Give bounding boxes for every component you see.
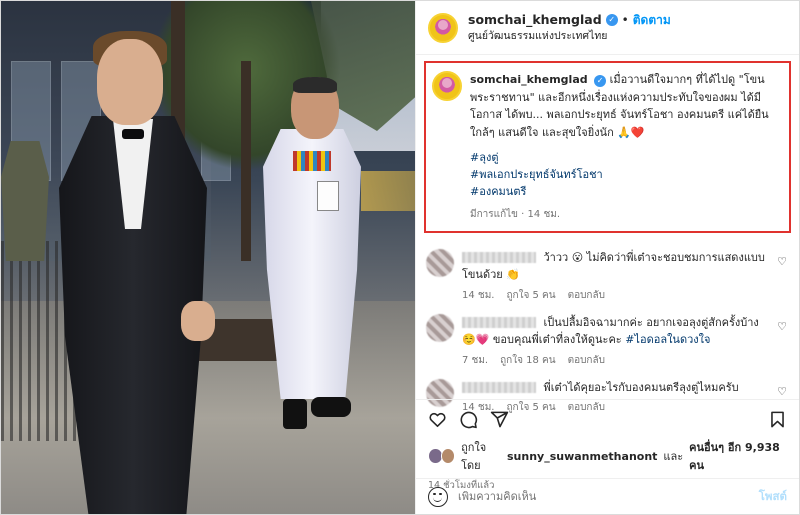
hashtag-link[interactable]: #ไอดอลในดวงใจ (625, 333, 710, 346)
caption: somchai_khemglad ✓ เมื่อวานดีใจมากๆ ที่ไ… (470, 71, 781, 223)
commenter-avatar[interactable] (426, 248, 454, 277)
background-crowd (361, 171, 415, 211)
comment-likes[interactable]: ถูกใจ 18 คน (500, 353, 555, 369)
other-likers-link[interactable]: คนอื่นๆ อีก 9,938 คน (689, 438, 787, 474)
bookmark-icon[interactable] (768, 410, 787, 429)
like-comment-heart-icon[interactable]: ♡ (777, 385, 787, 398)
comment: เป็นปลื้มอิจฉามากค่ะ อยากเจอลุงตู่สักครั… (426, 313, 787, 369)
username-link[interactable]: somchai_khemglad (468, 12, 602, 29)
bow-tie (122, 129, 144, 139)
emoji-icon[interactable] (428, 486, 448, 507)
likes-middle: และ (663, 450, 684, 463)
background-person (1, 141, 49, 261)
comment-input[interactable] (458, 490, 749, 503)
blurred-username[interactable] (462, 252, 536, 264)
caption-meta: มีการแก้ไข · 14 ชม. (470, 208, 560, 220)
caption-highlight: somchai_khemglad ✓ เมื่อวานดีใจมากๆ ที่ไ… (424, 61, 791, 233)
verified-badge-icon: ✓ (594, 75, 607, 88)
comment-time: 14 ชม. (462, 289, 495, 301)
like-comment-heart-icon[interactable]: ♡ (777, 255, 787, 268)
comment-likes[interactable]: ถูกใจ 5 คน (506, 288, 555, 304)
reply-button[interactable]: ตอบกลับ (568, 353, 605, 369)
caption-username[interactable]: somchai_khemglad (470, 73, 588, 86)
post-photo[interactable] (1, 1, 415, 514)
comment-list: ว้าวว 😮 ไม่คิดว่าพี่เต๋าจะชอบชมการแสดงแบ… (416, 237, 799, 417)
blurred-username[interactable] (462, 382, 536, 394)
name-badge (317, 181, 339, 211)
medal-ribbons (293, 151, 331, 171)
face (97, 39, 163, 125)
likes-prefix: ถูกใจโดย (461, 441, 487, 472)
like-comment-heart-icon[interactable]: ♡ (777, 320, 787, 333)
hands (181, 301, 215, 341)
separator: • (621, 13, 629, 28)
reply-button[interactable]: ตอบกลับ (568, 288, 605, 304)
avatar[interactable] (432, 71, 462, 101)
shoe (283, 399, 307, 429)
comment-icon[interactable] (459, 410, 478, 429)
tree-trunk (241, 61, 251, 261)
hashtag-link[interactable]: #พลเอกประยุทธ์จันทร์โอชา (470, 166, 781, 183)
heart-icon[interactable] (428, 410, 447, 429)
avatar[interactable] (428, 12, 458, 43)
follow-button[interactable]: ติดตาม (633, 12, 671, 28)
header-text: somchai_khemglad ✓ • ติดตาม ศูนย์วัฒนธรร… (468, 12, 671, 43)
verified-badge-icon: ✓ (605, 14, 618, 27)
location-link[interactable]: ศูนย์วัฒนธรรมแห่งประเทศไทย (468, 29, 671, 43)
comment: ว้าวว 😮 ไม่คิดว่าพี่เต๋าจะชอบชมการแสดงแบ… (426, 248, 787, 304)
instagram-post-view: somchai_khemglad ✓ • ติดตาม ศูนย์วัฒนธรร… (0, 0, 800, 515)
post-comment-button[interactable]: โพสต์ (759, 488, 787, 506)
hashtag-list: #ลุงตู่ #พลเอกประยุทธ์จันทร์โอชา #องคมนต… (470, 149, 781, 200)
comment-time: 7 ชม. (462, 354, 489, 366)
liker-username-link[interactable]: sunny_suwanmethanont (507, 450, 657, 463)
likes-summary: ถูกใจโดย sunny_suwanmethanont และ คนอื่น… (428, 438, 787, 474)
commenter-avatar[interactable] (426, 313, 454, 342)
shoe (311, 397, 351, 417)
liker-avatar (440, 448, 456, 464)
hashtag-link[interactable]: #ลุงตู่ (470, 149, 781, 166)
post-header: somchai_khemglad ✓ • ติดตาม ศูนย์วัฒนธรร… (416, 1, 799, 55)
share-icon[interactable] (490, 410, 509, 429)
post-side-panel: somchai_khemglad ✓ • ติดตาม ศูนย์วัฒนธรร… (415, 1, 799, 514)
add-comment-bar: โพสต์ (416, 478, 799, 514)
hashtag-link[interactable]: #องคมนตรี (470, 183, 781, 200)
comment-text: พี่เต๋าได้คุยอะไรกับองคมนตรีลุงตู่ไหมครั… (543, 380, 739, 394)
blurred-username[interactable] (462, 317, 536, 329)
hair (293, 77, 337, 93)
